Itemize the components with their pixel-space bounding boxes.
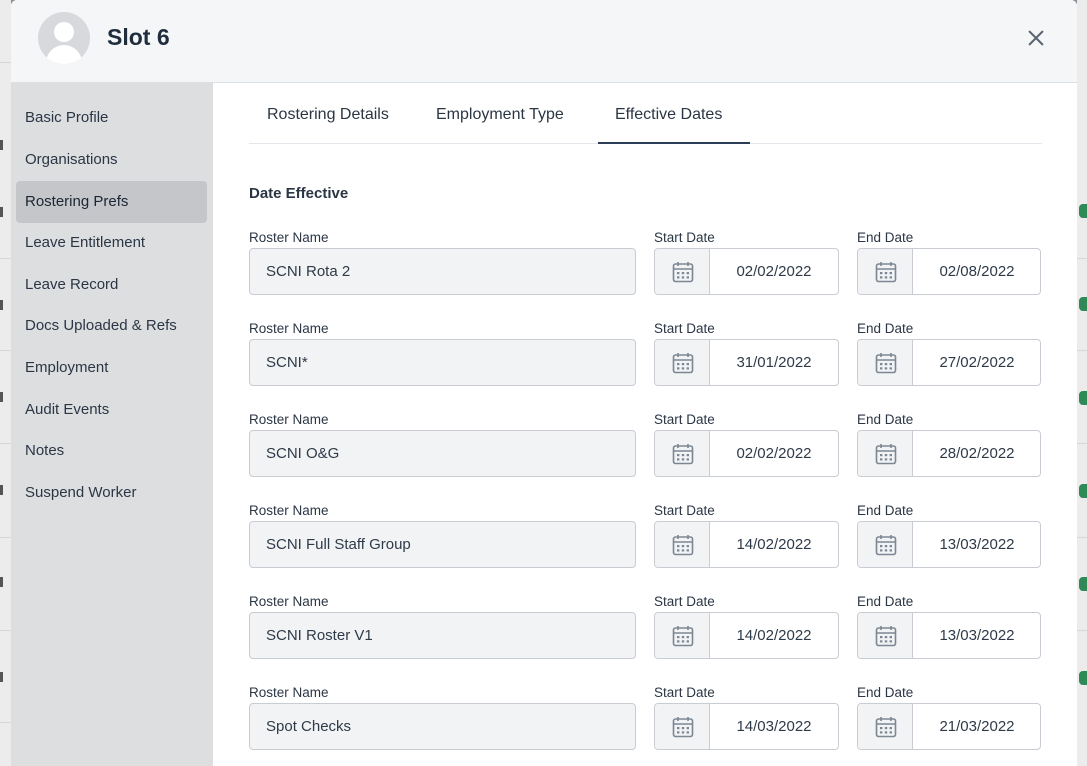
modal-title: Slot 6: [107, 24, 170, 50]
start-date-picker-button[interactable]: [655, 704, 710, 749]
end-date-label: End Date: [857, 412, 914, 427]
start-date-picker-button[interactable]: [655, 613, 710, 658]
end-date-label: End Date: [857, 594, 914, 609]
roster-name-input[interactable]: SCNI Rota 2: [249, 248, 636, 295]
end-date-input[interactable]: 28/02/2022: [913, 431, 1040, 476]
start-date-input[interactable]: 14/03/2022: [710, 704, 838, 749]
end-date-picker-button[interactable]: [858, 249, 913, 294]
sidebar-item-docs-uploaded-refs[interactable]: Docs Uploaded & Refs: [16, 305, 207, 347]
start-date-picker-button[interactable]: [655, 522, 710, 567]
start-date-picker-button[interactable]: [655, 249, 710, 294]
end-date-picker-button[interactable]: [858, 431, 913, 476]
start-date-label: Start Date: [654, 685, 715, 700]
end-date-field: 28/02/2022: [857, 430, 1041, 477]
roster-name-label: Roster Name: [249, 230, 329, 245]
roster-name-input[interactable]: SCNI*: [249, 339, 636, 386]
effective-date-row: Roster Name Start Date End Date SCNI Roster…: [249, 594, 1042, 664]
main-content: Rostering Details Employment Type Effect…: [213, 83, 1077, 766]
roster-name-input[interactable]: SCNI Full Staff Group: [249, 521, 636, 568]
sidebar-item-suspend-worker[interactable]: Suspend Worker: [16, 472, 207, 514]
effective-date-row: Roster Name Start Date End Date SCNI* 31/01/…: [249, 321, 1042, 391]
profile-sidebar: Basic Profile Organisations Rostering Pref…: [11, 83, 213, 766]
start-date-input[interactable]: 14/02/2022: [710, 522, 838, 567]
start-date-field: 14/03/2022: [654, 703, 839, 750]
end-date-field: 21/03/2022: [857, 703, 1041, 750]
sidebar-item-basic-profile[interactable]: Basic Profile: [16, 97, 207, 139]
effective-date-row: Roster Name Start Date End Date SCNI Rota 2…: [249, 230, 1042, 300]
start-date-field: 14/02/2022: [654, 521, 839, 568]
sidebar-item-leave-entitlement[interactable]: Leave Entitlement: [16, 222, 207, 264]
roster-name-label: Roster Name: [249, 412, 329, 427]
end-date-field: 02/08/2022: [857, 248, 1041, 295]
sidebar-item-audit-events[interactable]: Audit Events: [16, 389, 207, 431]
start-date-field: 14/02/2022: [654, 612, 839, 659]
end-date-field: 13/03/2022: [857, 521, 1041, 568]
start-date-input[interactable]: 02/02/2022: [710, 249, 838, 294]
tab-employment-type[interactable]: Employment Type: [436, 83, 596, 144]
tab-rostering-details[interactable]: Rostering Details: [267, 83, 417, 144]
end-date-picker-button[interactable]: [858, 340, 913, 385]
close-icon[interactable]: [1023, 25, 1049, 51]
sidebar-item-rostering-prefs[interactable]: Rostering Prefs: [16, 181, 207, 223]
end-date-label: End Date: [857, 321, 914, 336]
sidebar-item-notes[interactable]: Notes: [16, 430, 207, 472]
roster-name-input[interactable]: SCNI Roster V1: [249, 612, 636, 659]
end-date-picker-button[interactable]: [858, 704, 913, 749]
end-date-input[interactable]: 21/03/2022: [913, 704, 1040, 749]
start-date-label: Start Date: [654, 321, 715, 336]
start-date-label: Start Date: [654, 594, 715, 609]
worker-profile-modal: Slot 6 Basic Profile Organisations Rosteri…: [11, 0, 1077, 766]
start-date-field: 02/02/2022: [654, 248, 839, 295]
start-date-picker-button[interactable]: [655, 340, 710, 385]
roster-name-label: Roster Name: [249, 685, 329, 700]
end-date-field: 27/02/2022: [857, 339, 1041, 386]
start-date-label: Start Date: [654, 412, 715, 427]
tab-bar: Rostering Details Employment Type Effect…: [249, 83, 1042, 144]
user-avatar-icon: [38, 12, 90, 64]
end-date-field: 13/03/2022: [857, 612, 1041, 659]
background-page-left-edge: [0, 0, 11, 766]
sidebar-item-leave-record[interactable]: Leave Record: [16, 264, 207, 306]
background-page-right-edge: [1077, 0, 1087, 766]
section-title: Date Effective: [249, 185, 349, 202]
end-date-picker-button[interactable]: [858, 613, 913, 658]
end-date-input[interactable]: 13/03/2022: [913, 522, 1040, 567]
start-date-input[interactable]: 02/02/2022: [710, 431, 838, 476]
sidebar-item-organisations[interactable]: Organisations: [16, 139, 207, 181]
end-date-picker-button[interactable]: [858, 522, 913, 567]
start-date-field: 31/01/2022: [654, 339, 839, 386]
end-date-input[interactable]: 02/08/2022: [913, 249, 1040, 294]
start-date-label: Start Date: [654, 503, 715, 518]
start-date-input[interactable]: 14/02/2022: [710, 613, 838, 658]
end-date-label: End Date: [857, 230, 914, 245]
roster-name-label: Roster Name: [249, 594, 329, 609]
start-date-picker-button[interactable]: [655, 431, 710, 476]
start-date-label: Start Date: [654, 230, 715, 245]
start-date-input[interactable]: 31/01/2022: [710, 340, 838, 385]
effective-date-row: Roster Name Start Date End Date Spot Checks…: [249, 685, 1042, 755]
end-date-label: End Date: [857, 503, 914, 518]
end-date-input[interactable]: 27/02/2022: [913, 340, 1040, 385]
roster-name-input[interactable]: Spot Checks: [249, 703, 636, 750]
modal-header: Slot 6: [11, 0, 1077, 83]
effective-date-row: Roster Name Start Date End Date SCNI O&G 02/…: [249, 412, 1042, 482]
effective-date-row: Roster Name Start Date End Date SCNI Full S…: [249, 503, 1042, 573]
roster-name-label: Roster Name: [249, 321, 329, 336]
roster-name-label: Roster Name: [249, 503, 329, 518]
start-date-field: 02/02/2022: [654, 430, 839, 477]
tab-effective-dates[interactable]: Effective Dates: [598, 83, 750, 144]
end-date-label: End Date: [857, 685, 914, 700]
roster-name-input[interactable]: SCNI O&G: [249, 430, 636, 477]
sidebar-item-employment[interactable]: Employment: [16, 347, 207, 389]
end-date-input[interactable]: 13/03/2022: [913, 613, 1040, 658]
